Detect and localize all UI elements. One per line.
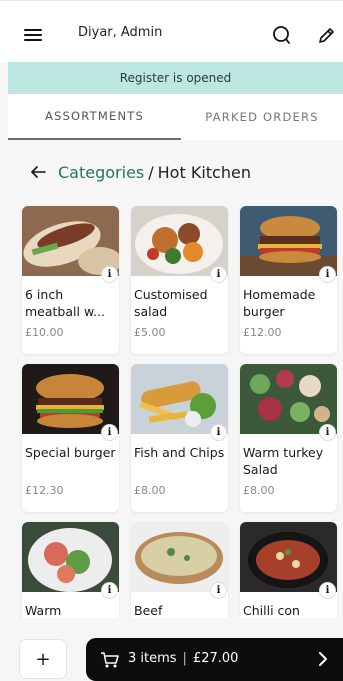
info-icon[interactable]: i bbox=[320, 267, 335, 282]
product-card[interactable]: i Warm turkey Salad £8.00 bbox=[240, 364, 337, 512]
cart-items-count: 3 items bbox=[128, 651, 177, 666]
top-bar: Diyar, Admin bbox=[0, 0, 343, 63]
user-name: Diyar, Admin bbox=[78, 25, 163, 40]
product-image bbox=[240, 206, 337, 276]
cart-button[interactable]: 3 items | £27.00 bbox=[86, 638, 343, 681]
product-image bbox=[240, 522, 337, 592]
product-name: 6 inch meatball w... bbox=[25, 287, 105, 319]
product-price: £12.00 bbox=[243, 326, 282, 339]
product-price: £12.30 bbox=[25, 484, 64, 497]
tab-bar: ASSORTMENTS PARKED ORDERS bbox=[8, 94, 343, 140]
cart-icon bbox=[101, 652, 119, 668]
product-image bbox=[131, 206, 228, 276]
product-name: Homemade burger bbox=[243, 287, 316, 319]
product-name: Chilli con bbox=[243, 603, 300, 618]
register-status-text: Register is opened bbox=[119, 71, 232, 85]
tab-assortments[interactable]: ASSORTMENTS bbox=[8, 94, 181, 140]
info-icon[interactable]: i bbox=[211, 583, 226, 598]
add-button[interactable]: + bbox=[20, 640, 66, 678]
product-card[interactable]: i Fish and Chips £8.00 bbox=[131, 364, 228, 512]
product-name: Fish and Chips bbox=[134, 445, 225, 460]
product-name: Beef bbox=[134, 603, 163, 618]
info-icon[interactable]: i bbox=[211, 267, 226, 282]
tab-parked-orders[interactable]: PARKED ORDERS bbox=[181, 94, 343, 140]
product-image bbox=[131, 364, 228, 434]
cart-total: £27.00 bbox=[192, 651, 239, 666]
product-image bbox=[22, 206, 119, 276]
info-icon[interactable]: i bbox=[320, 425, 335, 440]
arrow-left-icon[interactable] bbox=[30, 164, 46, 180]
pencil-icon[interactable] bbox=[315, 24, 337, 46]
register-status-banner: Register is opened bbox=[8, 62, 343, 94]
breadcrumb: Categories / Hot Kitchen bbox=[30, 160, 251, 184]
breadcrumb-current: Hot Kitchen bbox=[157, 162, 251, 182]
breadcrumb-separator: / bbox=[148, 162, 154, 182]
product-image bbox=[22, 522, 119, 592]
product-image bbox=[22, 364, 119, 434]
cart-summary: 3 items | £27.00 bbox=[128, 651, 238, 666]
product-name: Warm bbox=[25, 603, 62, 618]
product-name: Special burger bbox=[25, 445, 116, 460]
product-price: £8.00 bbox=[243, 484, 275, 497]
product-card[interactable]: i 6 inch meatball w... £10.00 bbox=[22, 206, 119, 354]
product-image bbox=[240, 364, 337, 434]
cart-separator: | bbox=[182, 651, 187, 666]
info-icon[interactable]: i bbox=[211, 425, 226, 440]
info-icon[interactable]: i bbox=[102, 425, 117, 440]
info-icon[interactable]: i bbox=[102, 583, 117, 598]
product-image bbox=[131, 522, 228, 592]
product-card[interactable]: i Customised salad £5.00 bbox=[131, 206, 228, 354]
chevron-right-icon bbox=[319, 652, 327, 666]
info-icon[interactable]: i bbox=[320, 583, 335, 598]
search-icon[interactable] bbox=[271, 24, 293, 46]
product-card[interactable]: i Special burger £12.30 bbox=[22, 364, 119, 512]
info-icon[interactable]: i bbox=[102, 267, 117, 282]
product-name: Customised salad bbox=[134, 287, 208, 319]
product-price: £8.00 bbox=[134, 484, 166, 497]
product-price: £10.00 bbox=[25, 326, 64, 339]
product-name: Warm turkey Salad bbox=[243, 445, 324, 477]
breadcrumb-categories-link[interactable]: Categories bbox=[58, 163, 144, 182]
hamburger-icon[interactable] bbox=[24, 29, 42, 41]
product-price: £5.00 bbox=[134, 326, 166, 339]
product-card[interactable]: i Homemade burger £12.00 bbox=[240, 206, 337, 354]
